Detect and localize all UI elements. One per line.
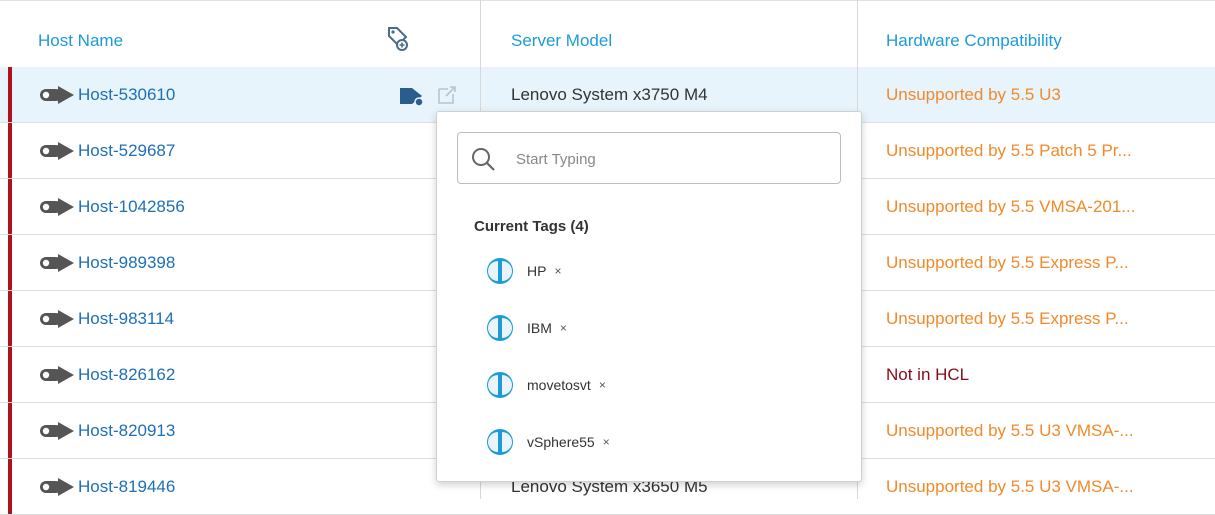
hardware-compatibility-cell: Not in HCL xyxy=(886,365,970,384)
host-name-link[interactable]: Host-530610 xyxy=(78,85,175,105)
host-cell: Host-989398 xyxy=(40,235,175,290)
tag-item: movetosvt × xyxy=(485,368,606,402)
host-cell: Host-826162 xyxy=(40,347,175,402)
status-indicator-bar xyxy=(8,403,12,458)
tag-add-icon[interactable] xyxy=(386,25,410,51)
hardware-compatibility-cell: Unsupported by 5.5 Patch 5 Pr... xyxy=(886,141,1132,160)
table-header: Host Name Server Model Hardware Compatib… xyxy=(0,0,1215,70)
host-toggle-icon xyxy=(40,253,74,272)
tag-category-icon xyxy=(487,429,513,455)
host-toggle-icon xyxy=(40,197,74,216)
host-name-link[interactable]: Host-983114 xyxy=(78,309,174,329)
tag-search-input[interactable] xyxy=(514,145,828,173)
tag-name: vSphere55 xyxy=(527,434,595,450)
tag-name: movetosvt xyxy=(527,377,591,393)
hardware-compatibility-cell: Unsupported by 5.5 Express P... xyxy=(886,309,1129,328)
host-toggle-icon xyxy=(40,141,74,160)
tag-category-icon xyxy=(487,315,513,341)
host-cell: Host-819446 xyxy=(40,459,175,514)
hardware-compatibility-cell: Unsupported by 5.5 U3 xyxy=(886,85,1061,104)
hardware-compatibility-cell: Unsupported by 5.5 VMSA-201... xyxy=(886,197,1136,216)
status-indicator-bar xyxy=(8,235,12,290)
host-name-link[interactable]: Host-819446 xyxy=(78,477,175,497)
host-cell: Host-820913 xyxy=(40,403,175,458)
host-toggle-icon xyxy=(40,85,74,104)
remove-tag-button[interactable]: × xyxy=(603,435,610,449)
host-toggle-icon xyxy=(40,477,74,496)
remove-tag-button[interactable]: × xyxy=(554,264,561,278)
host-name-link[interactable]: Host-1042856 xyxy=(78,197,185,217)
status-indicator-bar xyxy=(8,291,12,346)
tag-category-icon xyxy=(487,372,513,398)
search-icon xyxy=(472,148,495,171)
tag-icon[interactable] xyxy=(398,85,428,107)
hardware-compatibility-cell: Unsupported by 5.5 U3 VMSA-... xyxy=(886,477,1134,496)
host-toggle-icon xyxy=(40,421,74,440)
tag-search-box xyxy=(457,132,841,184)
tag-item: HP × xyxy=(485,254,561,288)
status-indicator-bar xyxy=(8,67,12,122)
host-name-link[interactable]: Host-826162 xyxy=(78,365,175,385)
edit-external-icon[interactable] xyxy=(436,84,458,106)
host-toggle-icon xyxy=(40,365,74,384)
tag-popup: Current Tags (4) HP × IBM × movetosvt × xyxy=(436,111,862,482)
hardware-compatibility-cell: Unsupported by 5.5 Express P... xyxy=(886,253,1129,272)
tag-name: HP xyxy=(527,263,547,279)
status-indicator-bar xyxy=(8,459,12,514)
remove-tag-button[interactable]: × xyxy=(560,321,567,335)
host-cell: Host-983114 xyxy=(40,291,174,346)
hardware-compatibility-cell: Unsupported by 5.5 U3 VMSA-... xyxy=(886,421,1134,440)
tag-name: IBM xyxy=(527,320,552,336)
column-header-host-name[interactable]: Host Name xyxy=(38,1,123,68)
column-header-server-model[interactable]: Server Model xyxy=(511,1,612,68)
host-toggle-icon xyxy=(40,309,74,328)
host-cell: Host-530610 xyxy=(40,67,175,122)
column-header-hardware-compatibility[interactable]: Hardware Compatibility xyxy=(886,1,1062,68)
tag-item: vSphere55 × xyxy=(485,425,610,459)
current-tags-heading: Current Tags (4) xyxy=(474,218,589,235)
status-indicator-bar xyxy=(8,179,12,234)
status-indicator-bar xyxy=(8,123,12,178)
host-name-link[interactable]: Host-820913 xyxy=(78,421,175,441)
host-cell: Host-529687 xyxy=(40,123,175,178)
host-name-link[interactable]: Host-989398 xyxy=(78,253,175,273)
tag-category-icon xyxy=(487,258,513,284)
tag-item: IBM × xyxy=(485,311,567,345)
remove-tag-button[interactable]: × xyxy=(599,378,606,392)
status-indicator-bar xyxy=(8,347,12,402)
host-cell: Host-1042856 xyxy=(40,179,185,234)
host-name-link[interactable]: Host-529687 xyxy=(78,141,175,161)
